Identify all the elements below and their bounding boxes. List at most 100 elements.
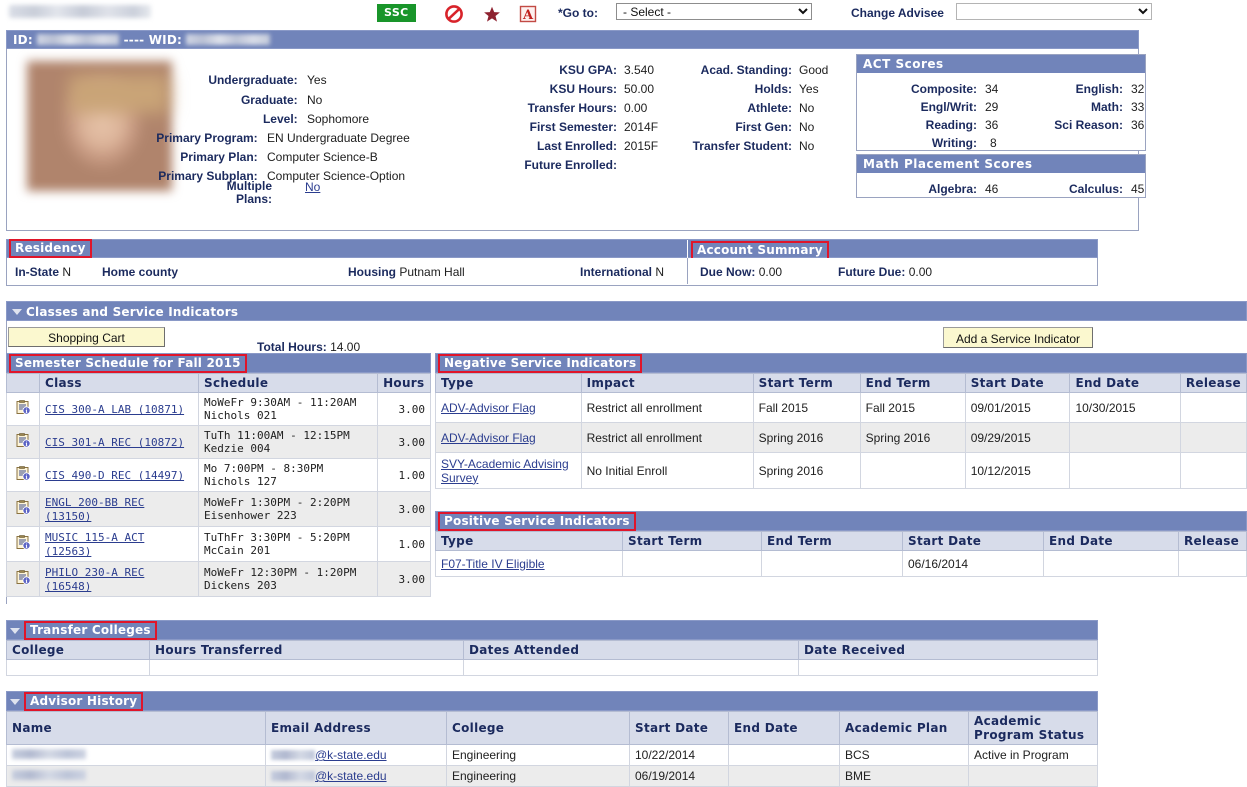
class-info-cell[interactable]: i bbox=[6, 458, 40, 492]
semester-schedule-table-wrap: Class Schedule Hours i CIS 300-A LAB (10… bbox=[6, 373, 431, 597]
col-academic-program-status: Academic Program Status bbox=[968, 711, 1098, 745]
class-link[interactable]: CIS 300-A LAB (10871) bbox=[45, 403, 184, 416]
field-transfer-student: Transfer Student: bbox=[637, 139, 792, 153]
shopping-cart-button[interactable]: Shopping Cart bbox=[8, 327, 165, 347]
col-icon bbox=[6, 373, 40, 393]
type-cell[interactable]: F07-Title IV Eligible bbox=[435, 550, 623, 577]
act-value-math: 33 bbox=[1131, 100, 1145, 114]
advisor-history-header[interactable]: Advisor History bbox=[6, 691, 1098, 711]
advisor-email-link[interactable]: @k-state.edu bbox=[315, 769, 387, 783]
advisor-email-user-redacted bbox=[271, 770, 315, 781]
total-hours: Total Hours: 14.00 bbox=[257, 340, 360, 354]
field-level: Level: Sophomore bbox=[189, 112, 457, 126]
math-placement-title: Math Placement Scores bbox=[857, 155, 1145, 173]
svg-text:i: i bbox=[25, 409, 27, 415]
class-info-icon[interactable]: i bbox=[15, 535, 31, 550]
field-label: Acad. Standing: bbox=[700, 63, 792, 77]
class-link[interactable]: ENGL 200-BB REC (13150) bbox=[45, 496, 144, 523]
field-multiple-plans-value: No bbox=[305, 180, 320, 194]
class-info-cell[interactable]: i bbox=[6, 425, 40, 459]
negative-service-indicators-body: ADV-Advisor Flag Restrict all enrollment… bbox=[435, 392, 1247, 489]
class-info-icon[interactable]: i bbox=[15, 466, 31, 481]
class-info-cell[interactable]: i bbox=[6, 561, 40, 597]
indicator-type-link[interactable]: SVY-Academic Advising Survey bbox=[441, 457, 569, 485]
class-link[interactable]: CIS 301-A REC (10872) bbox=[45, 436, 184, 449]
hours-cell: 1.00 bbox=[377, 458, 431, 492]
advisor-email-cell[interactable]: @k-state.edu bbox=[265, 744, 447, 766]
advisor-start-date-cell: 06/19/2014 bbox=[629, 765, 729, 787]
class-cell[interactable]: PHILO 230-A REC (16548) bbox=[38, 561, 200, 597]
col-end-term: End Term bbox=[761, 531, 903, 551]
type-cell[interactable]: ADV-Advisor Flag bbox=[435, 392, 582, 423]
schedule-line1: TuThFr 3:30PM - 5:20PM bbox=[204, 531, 350, 544]
class-info-icon[interactable]: i bbox=[15, 400, 31, 415]
field-label: Transfer Hours: bbox=[527, 101, 617, 115]
start-date-cell: 06/16/2014 bbox=[902, 550, 1044, 577]
col-type: Type bbox=[435, 531, 623, 551]
star-icon[interactable] bbox=[482, 4, 502, 24]
advisor-end-date-cell bbox=[728, 765, 840, 787]
class-cell[interactable]: CIS 490-D REC (14497) bbox=[38, 458, 200, 492]
advisor-history-title: Advisor History bbox=[24, 692, 144, 711]
class-info-cell[interactable]: i bbox=[6, 491, 40, 527]
advisor-email-cell[interactable]: @k-state.edu bbox=[265, 765, 447, 787]
ssc-badge[interactable]: SSC bbox=[377, 4, 416, 22]
class-info-icon[interactable]: i bbox=[15, 570, 31, 585]
schedule-line1: Mo 7:00PM - 8:30PM bbox=[204, 462, 324, 475]
col-start-date: Start Date bbox=[902, 531, 1044, 551]
schedule-cell: TuThFr 3:30PM - 5:20PM McCain 201 bbox=[198, 526, 379, 562]
table-row: i CIS 301-A REC (10872) TuTh 11:00AM - 1… bbox=[6, 425, 431, 459]
multiple-plans-link[interactable]: No bbox=[305, 180, 320, 194]
add-service-indicator-button[interactable]: Add a Service Indicator bbox=[943, 327, 1093, 348]
a-flag-icon[interactable]: A bbox=[518, 4, 538, 24]
start-date-cell: 10/12/2015 bbox=[964, 452, 1071, 489]
advisor-academic-plan-cell: BCS bbox=[839, 744, 969, 766]
transfer-colleges-header[interactable]: Transfer Colleges bbox=[6, 620, 1098, 640]
class-cell[interactable]: ENGL 200-BB REC (13150) bbox=[38, 491, 200, 527]
field-value: Sophomore bbox=[307, 112, 370, 126]
indicator-type-link[interactable]: F07-Title IV Eligible bbox=[441, 557, 545, 571]
act-label-english: English: bbox=[1075, 82, 1123, 96]
type-cell[interactable]: ADV-Advisor Flag bbox=[435, 422, 582, 453]
advisor-email-link[interactable]: @k-state.edu bbox=[315, 748, 387, 762]
act-label-math: Math: bbox=[1091, 100, 1123, 114]
class-info-cell[interactable]: i bbox=[6, 526, 40, 562]
classes-service-indicators-header[interactable]: Classes and Service Indicators bbox=[6, 301, 1247, 321]
advisor-name-cell bbox=[6, 765, 266, 787]
total-hours-value: 14.00 bbox=[330, 340, 361, 354]
field-acad-standing: Acad. Standing: bbox=[637, 63, 792, 77]
collapse-triangle-icon[interactable] bbox=[12, 308, 22, 315]
end-term-cell bbox=[859, 452, 966, 489]
type-cell[interactable]: SVY-Academic Advising Survey bbox=[435, 452, 582, 489]
indicator-type-link[interactable]: ADV-Advisor Flag bbox=[441, 431, 536, 445]
col-hours: Hours bbox=[377, 373, 431, 393]
indicator-type-link[interactable]: ADV-Advisor Flag bbox=[441, 401, 536, 415]
class-cell[interactable]: CIS 301-A REC (10872) bbox=[38, 425, 200, 459]
class-link[interactable]: PHILO 230-A REC (16548) bbox=[45, 566, 144, 593]
svg-text:i: i bbox=[25, 544, 27, 550]
table-row: ADV-Advisor Flag Restrict all enrollment… bbox=[435, 392, 1247, 423]
collapse-triangle-icon[interactable] bbox=[10, 698, 20, 705]
field-first-gen: First Gen: bbox=[637, 120, 792, 134]
goto-select[interactable]: - Select - bbox=[616, 3, 812, 20]
act-label-composite: Composite: bbox=[911, 82, 977, 96]
collapse-triangle-icon[interactable] bbox=[10, 627, 20, 634]
class-link[interactable]: MUSIC 115-A ACT (12563) bbox=[45, 531, 144, 558]
class-cell[interactable]: MUSIC 115-A ACT (12563) bbox=[38, 526, 200, 562]
class-info-icon[interactable]: i bbox=[15, 500, 31, 515]
change-advisee-select[interactable] bbox=[956, 3, 1152, 20]
svg-text:A: A bbox=[522, 8, 534, 23]
no-entry-icon[interactable] bbox=[444, 4, 464, 24]
date-received-cell bbox=[798, 659, 1098, 676]
in-state-value: N bbox=[62, 265, 72, 279]
field-value: Computer Science-B bbox=[267, 150, 378, 164]
class-info-cell[interactable]: i bbox=[6, 392, 40, 426]
svg-text:i: i bbox=[25, 579, 27, 585]
advisor-name-redacted bbox=[12, 770, 86, 780]
negative-service-indicators-title: Negative Service Indicators bbox=[438, 354, 643, 373]
class-link[interactable]: CIS 490-D REC (14497) bbox=[45, 469, 184, 482]
class-cell[interactable]: CIS 300-A LAB (10871) bbox=[38, 392, 200, 426]
field-label: Primary Plan: bbox=[180, 150, 258, 164]
class-info-icon[interactable]: i bbox=[15, 433, 31, 448]
future-due-label: Future Due: bbox=[838, 265, 906, 279]
